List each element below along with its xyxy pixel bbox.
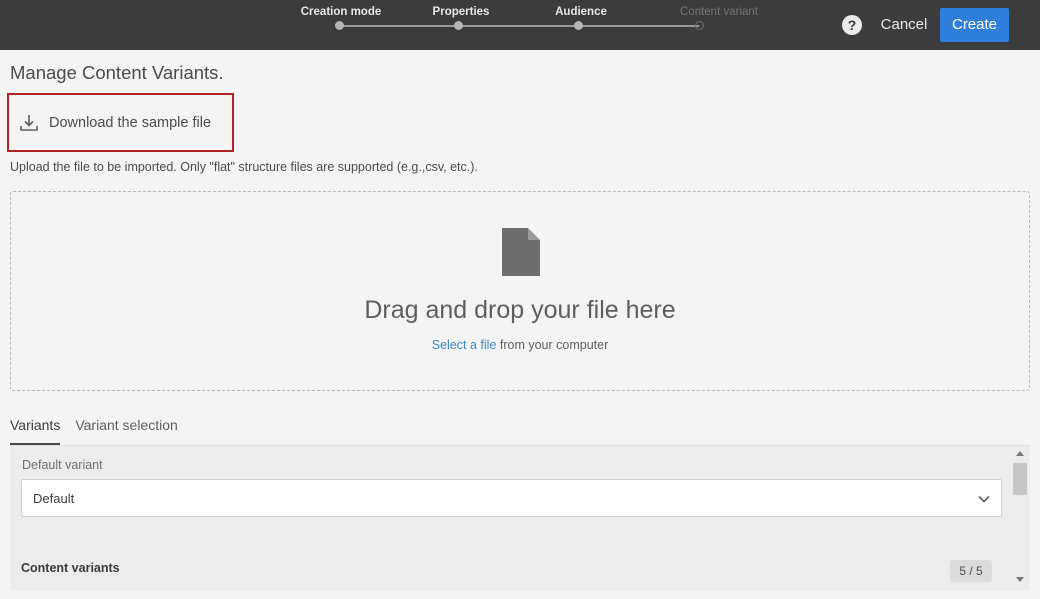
default-variant-label: Default variant [22, 458, 103, 472]
tab-variant-selection[interactable]: Variant selection [75, 414, 177, 445]
default-variant-value: Default [33, 491, 75, 506]
dropzone-title: Drag and drop your file here [364, 296, 676, 324]
create-button[interactable]: Create [940, 8, 1009, 42]
variants-panel: Default variant Default Content variants… [10, 445, 1030, 590]
dropzone-suffix: from your computer [496, 338, 609, 352]
variant-count-badge: 5 / 5 [950, 560, 992, 582]
upload-hint: Upload the file to be imported. Only "fl… [10, 160, 478, 174]
scroll-thumb[interactable] [1013, 463, 1027, 495]
top-bar: Creation mode Properties Audience Conten… [0, 0, 1040, 50]
scroll-down-arrow[interactable] [1016, 577, 1024, 582]
step-label-creation-mode: Creation mode [300, 6, 382, 18]
download-sample-label: Download the sample file [49, 114, 212, 131]
cancel-button[interactable]: Cancel [876, 8, 932, 42]
step-connector [459, 25, 579, 27]
default-variant-select[interactable]: Default [21, 479, 1002, 517]
variant-tabs: Variants Variant selection [10, 414, 193, 445]
download-sample-button[interactable]: Download the sample file [7, 93, 234, 152]
tab-variants[interactable]: Variants [10, 414, 61, 445]
download-icon [20, 114, 38, 131]
scroll-up-arrow[interactable] [1016, 451, 1024, 456]
step-connector [579, 25, 699, 27]
wizard-stepper: Creation mode Properties Audience Conten… [300, 0, 760, 50]
content-variants-title: Content variants [21, 561, 120, 575]
dropzone-subtitle: Select a file from your computer [11, 338, 1029, 352]
step-label-properties: Properties [432, 6, 490, 18]
select-file-link[interactable]: Select a file [432, 338, 497, 352]
step-dot-properties[interactable] [454, 21, 463, 30]
page-title: Manage Content Variants. [10, 62, 224, 83]
step-dot-creation-mode[interactable] [335, 21, 344, 30]
help-icon[interactable]: ? [842, 15, 862, 35]
step-dot-audience[interactable] [574, 21, 583, 30]
chevron-down-icon [978, 495, 990, 503]
step-dot-content-variant [695, 21, 704, 30]
file-dropzone[interactable]: Drag and drop your file here Select a fi… [10, 191, 1030, 391]
panel-scrollbar[interactable] [1012, 447, 1029, 586]
step-connector [339, 25, 459, 27]
file-icon [502, 228, 540, 276]
step-label-audience: Audience [555, 6, 607, 18]
step-label-content-variant: Content variant [680, 6, 758, 18]
